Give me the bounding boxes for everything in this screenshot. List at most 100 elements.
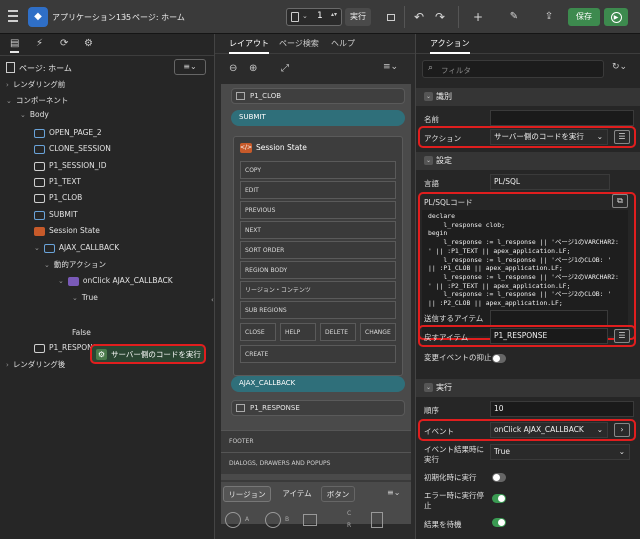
action-list-button[interactable]: ☰ — [614, 130, 630, 144]
tree-node[interactable]: ⌄ onClick AJAX_CALLBACK — [58, 274, 173, 288]
lock-icon[interactable] — [384, 8, 398, 26]
tree-node-label: 動的アクション — [53, 260, 106, 269]
event-goto-button[interactable]: › — [614, 423, 630, 437]
redo-icon[interactable]: ↷ — [433, 8, 447, 26]
app-icon[interactable]: ◆ — [28, 7, 48, 27]
zoom-in-icon[interactable]: ⊕ — [249, 63, 257, 74]
template-slot[interactable]: CHANGE — [360, 323, 396, 341]
fire-on-init-toggle[interactable] — [492, 473, 506, 482]
filter-input[interactable]: ⌕ フィルタ — [422, 60, 604, 78]
template-slot[interactable]: NEXT — [240, 221, 396, 239]
submit-items-field[interactable] — [490, 310, 608, 326]
save-button[interactable]: 保存 — [568, 8, 600, 26]
run-page-button[interactable]: ▶ — [604, 8, 628, 26]
expand-icon[interactable]: ⤢ — [281, 63, 289, 74]
layout-menu-icon[interactable]: ≡⌄ — [383, 62, 398, 72]
event-select[interactable]: onClick AJAX_CALLBACK ⌄ — [490, 422, 608, 438]
region-type-icon[interactable] — [371, 512, 383, 528]
gear-icon: ⚙ — [96, 349, 107, 360]
stepper-icon[interactable]: ▴▾ — [331, 11, 337, 18]
shared-components-tab-icon[interactable]: ⚙ — [84, 38, 93, 49]
page-number-input[interactable]: 1 — [317, 11, 323, 21]
ajax-callback-region[interactable]: AJAX_CALLBACK — [231, 376, 405, 392]
tree-node[interactable]: CLONE_SESSION — [34, 142, 111, 156]
processing-tab-icon[interactable]: ⟳ — [60, 38, 68, 49]
template-slot[interactable]: COPY — [240, 161, 396, 179]
section-execution[interactable]: ⌄ 実行 — [416, 379, 640, 397]
region-type-icon[interactable] — [225, 512, 241, 528]
session-state-region[interactable]: </> Session State COPY EDIT PREVIOUS NEXT SO… — [233, 136, 403, 376]
tree-node[interactable]: Session State — [34, 224, 100, 238]
create-slot[interactable]: CREATE — [240, 345, 396, 363]
region-type-icon[interactable] — [265, 512, 281, 528]
tree-node[interactable]: ⌄ True — [72, 291, 98, 305]
template-slot[interactable]: DELETE — [320, 323, 356, 341]
template-slot[interactable]: SORT ORDER — [240, 241, 396, 259]
template-slot[interactable]: リージョン・コンテンツ — [240, 281, 396, 299]
tree-node[interactable]: OPEN_PAGE_2 — [34, 126, 102, 140]
return-items-list-button[interactable]: ☰ — [614, 329, 630, 343]
tree-node[interactable]: SUBMIT — [34, 208, 78, 222]
template-slot[interactable]: REGION BODY — [240, 261, 396, 279]
action-select[interactable]: サーバー側のコードを実行 ⌄ — [490, 129, 608, 145]
add-icon[interactable]: + — [468, 8, 488, 26]
tree-node[interactable]: ⌄ Body — [20, 108, 49, 122]
gallery-menu-icon[interactable]: ≡⌄ — [387, 488, 400, 497]
run-button[interactable]: 実行 — [345, 8, 371, 26]
template-slot[interactable]: PREVIOUS — [240, 201, 396, 219]
submit-region[interactable]: SUBMIT — [231, 110, 405, 126]
tab-items[interactable]: アイテム — [277, 486, 317, 502]
wait-for-result-toggle[interactable] — [492, 518, 506, 527]
tree-node[interactable]: P1_SESSION_ID — [34, 159, 107, 173]
identification-header: 識別 — [436, 92, 452, 101]
template-slot[interactable]: CLOSE — [240, 323, 276, 341]
name-field[interactable] — [490, 110, 634, 126]
menu-icon[interactable] — [8, 10, 18, 22]
share-icon[interactable]: ⇪ — [541, 8, 557, 26]
execute-server-code-node[interactable]: ⚙ サーバー側のコードを実行 — [90, 344, 206, 364]
dialogs-slot[interactable]: DIALOGS, DRAWERS AND POPUPS — [221, 452, 411, 474]
p1-clob-region[interactable]: P1_CLOB — [231, 88, 405, 104]
page-name-breadcrumb[interactable]: ページ: ホーム — [132, 12, 185, 23]
stop-on-error-toggle[interactable] — [492, 494, 506, 503]
page-selector[interactable]: ⌄ 1 ▴▾ — [286, 8, 342, 26]
property-menu-icon[interactable]: ↻⌄ — [612, 62, 627, 72]
section-identification[interactable]: ⌄ 識別 — [416, 88, 640, 106]
section-settings[interactable]: ⌄ 設定 — [416, 152, 640, 170]
tree-node[interactable]: ⌄ コンポーネント — [6, 94, 68, 108]
tab-help[interactable]: ヘルプ — [331, 38, 355, 49]
rendering-tab-icon[interactable]: ▤ — [10, 38, 20, 53]
template-slot[interactable]: HELP — [280, 323, 316, 341]
footer-slot[interactable]: FOOTER — [221, 430, 411, 452]
tree-node[interactable]: ⌄ 動的アクション — [44, 258, 106, 272]
tab-buttons[interactable]: ボタン — [321, 486, 355, 502]
page-root-node[interactable]: ページ: ホーム ≡⌄ — [0, 58, 214, 78]
sequence-field[interactable]: 10 — [490, 401, 634, 417]
region-type-icon[interactable] — [303, 514, 317, 526]
tree-node[interactable]: › レンダリング前 — [6, 78, 65, 92]
wrench-icon[interactable]: ✎ — [505, 8, 523, 26]
template-slot[interactable]: EDIT — [240, 181, 396, 199]
template-slot[interactable]: SUB REGIONS — [240, 301, 396, 319]
tab-page-search[interactable]: ページ検索 — [279, 38, 319, 49]
tree-node[interactable]: › レンダリング後 — [6, 358, 65, 372]
tree-node[interactable]: P1_CLOB — [34, 191, 82, 205]
tab-layout[interactable]: レイアウト — [229, 38, 269, 54]
tab-regions[interactable]: リージョン — [223, 486, 271, 502]
zoom-out-icon[interactable]: ⊖ — [229, 63, 237, 74]
suppress-change-toggle[interactable] — [492, 354, 506, 363]
tree-node[interactable]: False — [72, 326, 91, 340]
app-name-breadcrumb[interactable]: アプリケーション135 — [52, 12, 131, 23]
tree-menu-button[interactable]: ≡⌄ — [174, 59, 206, 75]
sequence-label: 順序 — [424, 406, 439, 415]
undo-icon[interactable]: ↶ — [412, 8, 426, 26]
p1-response-region[interactable]: P1_RESPONSE — [231, 400, 405, 416]
return-items-field[interactable]: P1_RESPONSE — [490, 328, 608, 344]
tab-action[interactable]: アクション — [430, 38, 470, 54]
tree-node[interactable]: P1_TEXT — [34, 175, 81, 189]
tree-node[interactable]: ⌄ AJAX_CALLBACK — [34, 241, 119, 255]
language-select[interactable]: PL/SQL — [490, 174, 610, 190]
fire-when-select[interactable]: True ⌄ — [490, 444, 630, 460]
expand-code-editor-icon[interactable]: ⧉ — [612, 194, 628, 208]
dynamic-action-tab-icon[interactable]: ⚡ — [36, 38, 43, 49]
